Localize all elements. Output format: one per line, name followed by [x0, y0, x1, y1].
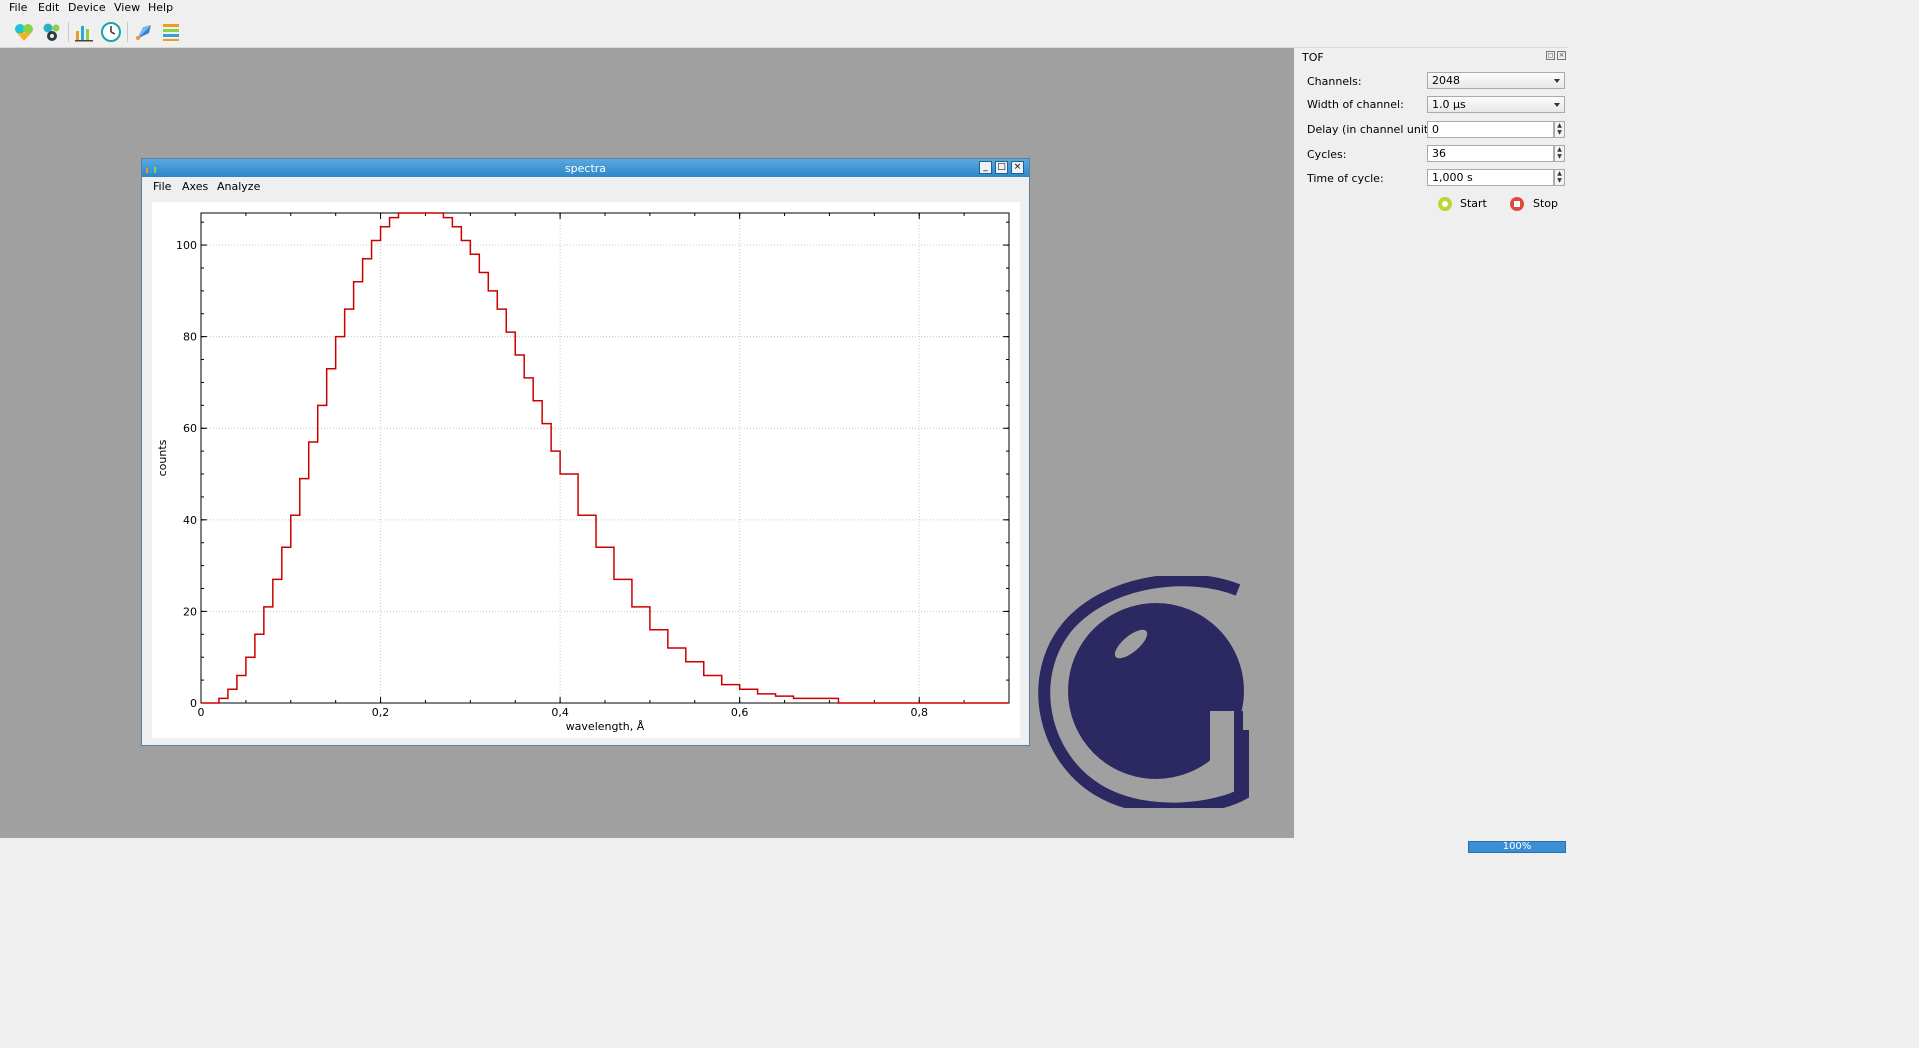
float-dock-icon[interactable]: ◻ [1546, 51, 1555, 60]
y-tick-label: 60 [183, 422, 197, 435]
channels-value: 2048 [1432, 74, 1460, 87]
menu-device[interactable]: Device [68, 1, 106, 14]
cycles-label: Cycles: [1307, 148, 1347, 161]
channels-label: Channels: [1307, 75, 1362, 88]
window-title: spectra [564, 162, 607, 175]
close-dock-icon[interactable]: × [1557, 51, 1566, 60]
spectra-window: spectra _ □ × File Axes Analyze 0 0,2 0,4 0… [141, 158, 1030, 746]
plot-frame [200, 212, 1010, 704]
x-tick-label: 0 [198, 706, 205, 719]
stop-icon [1510, 197, 1524, 211]
tof-dock: TOF ◻ × Channels: Width of channel: Dela… [1296, 48, 1568, 838]
menu-edit[interactable]: Edit [38, 1, 59, 14]
gears-icon[interactable] [41, 21, 63, 43]
time-of-cycle-label: Time of cycle: [1307, 172, 1384, 185]
channels-select[interactable]: 2048 [1427, 72, 1565, 89]
y-tick-label: 100 [176, 239, 197, 252]
x-tick-label: 0,4 [551, 706, 569, 719]
main-menubar: File Edit Device View Help [0, 0, 1568, 16]
status-bar [0, 838, 1568, 856]
delay-input[interactable]: 0 [1427, 121, 1554, 138]
stop-button[interactable]: Stop [1509, 195, 1567, 213]
x-tick-label: 0,8 [910, 706, 928, 719]
x-tick-label: 0,2 [372, 706, 390, 719]
width-of-channel-select[interactable]: 1.0 µs [1427, 96, 1565, 113]
main-toolbar [0, 16, 1568, 48]
progress-bar: 100% [1468, 841, 1566, 853]
y-tick-label: 40 [183, 514, 197, 527]
menu-file[interactable]: File [9, 1, 27, 14]
menu-view[interactable]: View [114, 1, 140, 14]
stop-label: Stop [1533, 197, 1559, 210]
y-tick-label: 20 [183, 605, 197, 618]
x-axis-label: wavelength, Å [566, 720, 645, 733]
width-of-channel-label: Width of channel: [1307, 98, 1404, 111]
spectrum-line [201, 212, 1009, 704]
start-label: Start [1460, 197, 1487, 210]
plot-area: 0 0,2 0,4 0,6 0,8 0 20 40 60 80 100 wavelength, Å co… [152, 202, 1020, 738]
delay-label: Delay (in channel unit): [1307, 123, 1437, 136]
chevron-down-icon [1554, 103, 1560, 107]
x-tick-label: 0,6 [731, 706, 749, 719]
spectrum-chart[interactable]: 0 0,2 0,4 0,6 0,8 0 20 40 60 80 100 wavelength, Å co… [152, 202, 1020, 738]
y-tick-label: 0 [190, 697, 197, 710]
toolbar-separator [68, 22, 69, 42]
company-logo [1038, 574, 1268, 815]
minimize-button[interactable]: _ [979, 161, 992, 174]
clock-icon[interactable] [100, 21, 122, 43]
close-button[interactable]: × [1011, 161, 1024, 174]
time-of-cycle-stepper[interactable]: ▲ ▼ [1554, 169, 1565, 186]
books-icon[interactable] [160, 21, 182, 43]
delay-stepper[interactable]: ▲ ▼ [1554, 121, 1565, 138]
hands-icon[interactable] [13, 21, 35, 43]
submenu-analyze[interactable]: Analyze [217, 180, 260, 193]
cycles-input[interactable]: 36 [1427, 145, 1554, 162]
dock-title: TOF [1302, 51, 1324, 64]
submenu-axes[interactable]: Axes [182, 180, 208, 193]
rocket-icon[interactable] [133, 21, 155, 43]
menu-help[interactable]: Help [148, 1, 173, 14]
y-axis-label: counts [156, 439, 169, 476]
y-tick-label: 80 [183, 331, 197, 344]
spectra-titlebar[interactable]: spectra _ □ × [142, 159, 1029, 177]
width-of-channel-value: 1.0 µs [1432, 98, 1466, 111]
chevron-down-icon [1554, 79, 1560, 83]
cycles-stepper[interactable]: ▲ ▼ [1554, 145, 1565, 162]
submenu-file[interactable]: File [153, 180, 171, 193]
start-icon [1438, 197, 1452, 211]
bar-chart-icon[interactable] [73, 21, 95, 43]
toolbar-separator [127, 22, 128, 42]
start-button[interactable]: Start [1437, 195, 1497, 213]
time-of-cycle-input[interactable]: 1,000 s [1427, 169, 1554, 186]
maximize-button[interactable]: □ [995, 161, 1008, 174]
